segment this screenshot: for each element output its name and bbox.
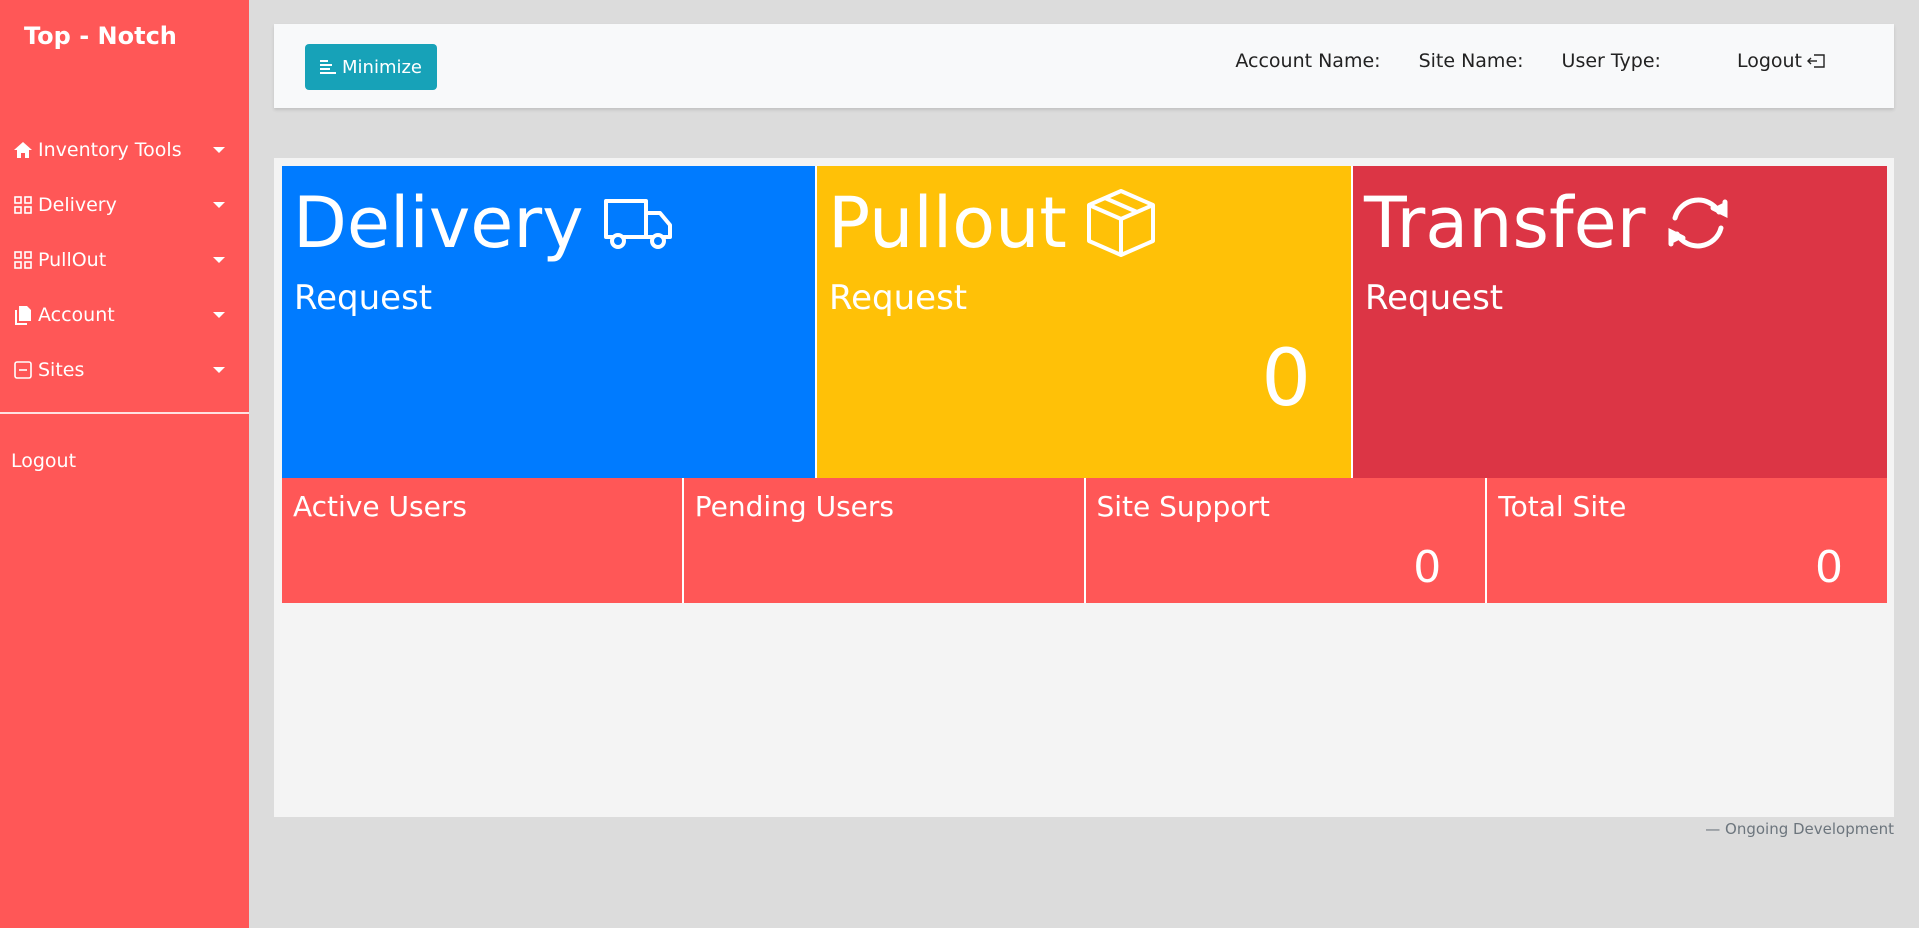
card-title: Delivery [293,182,584,264]
card-subtitle: Request [294,278,433,318]
sidebar-item-label: Account [38,303,115,326]
transfer-request-card[interactable]: Transfer Request [1353,166,1887,478]
active-users-stat[interactable]: Active Users [282,478,684,603]
stat-count: 0 [1815,542,1843,593]
stat-label: Pending Users [694,490,894,523]
brand-title[interactable]: Top - Notch [24,22,177,50]
card-title: Transfer [1364,182,1646,264]
sidebar-item-label: PullOut [38,248,107,271]
card-count: 0 [1261,334,1311,424]
sidebar-item-label: Delivery [38,193,117,216]
stats-row: Active Users Pending Users Site Support … [282,478,1887,603]
site-support-stat[interactable]: Site Support 0 [1085,478,1488,603]
sidebar-nav: Inventory Tools Delivery PullOut Account… [0,122,249,397]
minimize-label: Minimize [342,56,422,78]
account-name-label: Account Name: [1235,50,1381,72]
caret-down-icon [213,146,225,153]
minus-square-icon [12,359,34,381]
sidebar-item-label: Inventory Tools [38,138,182,161]
caret-down-icon [213,366,225,373]
caret-down-icon [213,311,225,318]
sidebar-item-sites[interactable]: Sites [0,342,249,397]
stat-label: Total Site [1498,490,1627,523]
grid-icon [12,194,34,216]
sidebar-divider [0,412,249,414]
pullout-request-card[interactable]: Pullout Request 0 [817,166,1353,478]
sidebar-item-account[interactable]: Account [0,287,249,342]
top-logout-label: Logout [1736,50,1802,72]
files-icon [12,304,34,326]
card-subtitle: Request [1365,278,1504,318]
truck-icon [603,199,672,249]
top-logout-link[interactable]: Logout [1699,50,1826,72]
request-cards: Delivery Request Pullout Request 0 Trans… [282,166,1887,478]
card-title: Pullout [828,182,1067,264]
box-icon [1086,189,1155,257]
minimize-button[interactable]: Minimize [305,44,437,90]
top-info: Account Name: Site Name: User Type: Logo… [1197,50,1826,72]
stat-count: 0 [1413,542,1442,593]
sidebar: Top - Notch Inventory Tools Delivery Pul… [0,0,249,928]
pending-users-stat[interactable]: Pending Users [683,478,1086,603]
total-site-stat[interactable]: Total Site 0 [1487,478,1887,603]
sidebar-item-inventory-tools[interactable]: Inventory Tools [0,122,249,177]
sidebar-item-label: Sites [38,358,85,381]
stat-label: Active Users [293,490,467,523]
stat-label: Site Support [1096,490,1270,523]
card-subtitle: Request [829,278,968,318]
topbar: Minimize Account Name: Site Name: User T… [274,24,1894,108]
align-left-icon [320,59,336,75]
grid-icon [12,249,34,271]
home-icon [12,139,34,161]
logout-icon [1807,54,1825,68]
caret-down-icon [213,201,225,208]
site-name-label: Site Name: [1418,50,1524,72]
dashboard-panel: Delivery Request Pullout Request 0 Trans… [274,158,1894,817]
user-type-label: User Type: [1561,50,1661,72]
sidebar-item-delivery[interactable]: Delivery [0,177,249,232]
delivery-request-card[interactable]: Delivery Request [282,166,817,478]
sidebar-item-pullout[interactable]: PullOut [0,232,249,287]
sidebar-logout-link[interactable]: Logout [11,450,76,472]
footer-note: — Ongoing Development [1705,820,1894,838]
caret-down-icon [213,256,225,263]
refresh-icon [1668,197,1728,249]
